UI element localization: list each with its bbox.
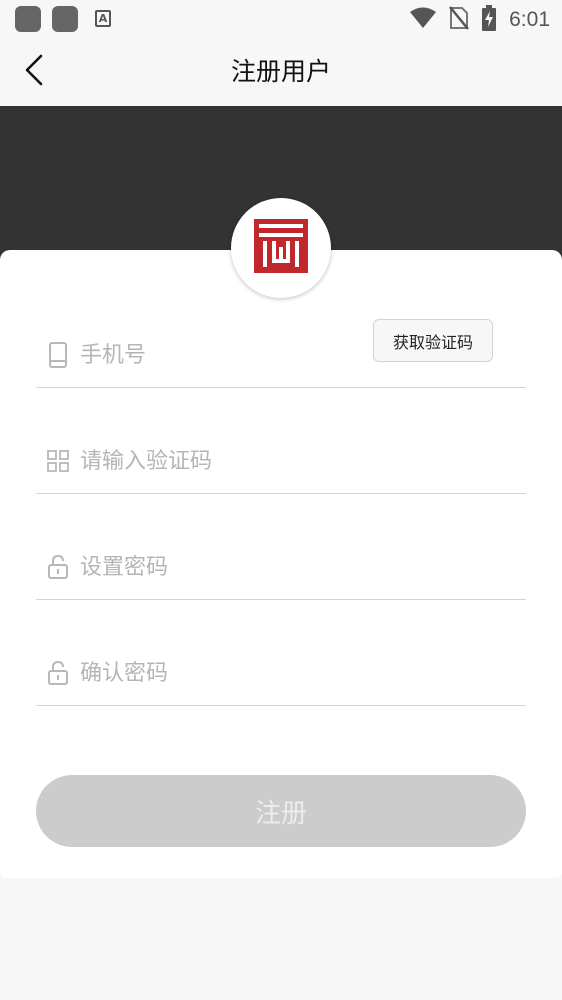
battery-charging-icon [481,5,497,35]
get-code-button[interactable]: 获取验证码 [373,319,493,362]
back-button[interactable] [14,52,54,92]
register-card: 获取验证码 [0,250,562,878]
no-sim-icon [449,6,470,34]
status-bar: A 6:01 [0,0,562,40]
register-screen: A 6:01 注册用户 手机号 获取验证码 请输入验证码 注册 [0,0,562,1000]
password-row [36,539,526,600]
nav-bar: 注册用户 [0,40,562,106]
phone-icon [46,341,70,369]
phone-row: 获取验证码 [36,319,526,388]
password-input[interactable] [80,549,360,585]
code-row [36,433,526,494]
status-time: 6:01 [509,8,550,31]
phone-input[interactable] [80,337,360,373]
confirm-password-input[interactable] [80,655,360,691]
logo-avatar [231,198,331,298]
grid-icon [46,447,70,475]
wifi-icon [409,7,437,33]
lock-icon [46,659,70,687]
status-right-group: 6:01 [409,4,550,36]
brand-logo-icon [252,217,310,279]
keyboard-a-icon: A [95,10,111,27]
app-icon [52,6,78,32]
confirm-password-row [36,645,526,706]
chevron-left-icon [23,54,45,90]
register-button[interactable]: 注册 [36,775,526,847]
code-input[interactable] [80,443,360,479]
page-title: 注册用户 [230,57,331,86]
lock-icon [46,553,70,581]
app-icon [15,6,41,32]
